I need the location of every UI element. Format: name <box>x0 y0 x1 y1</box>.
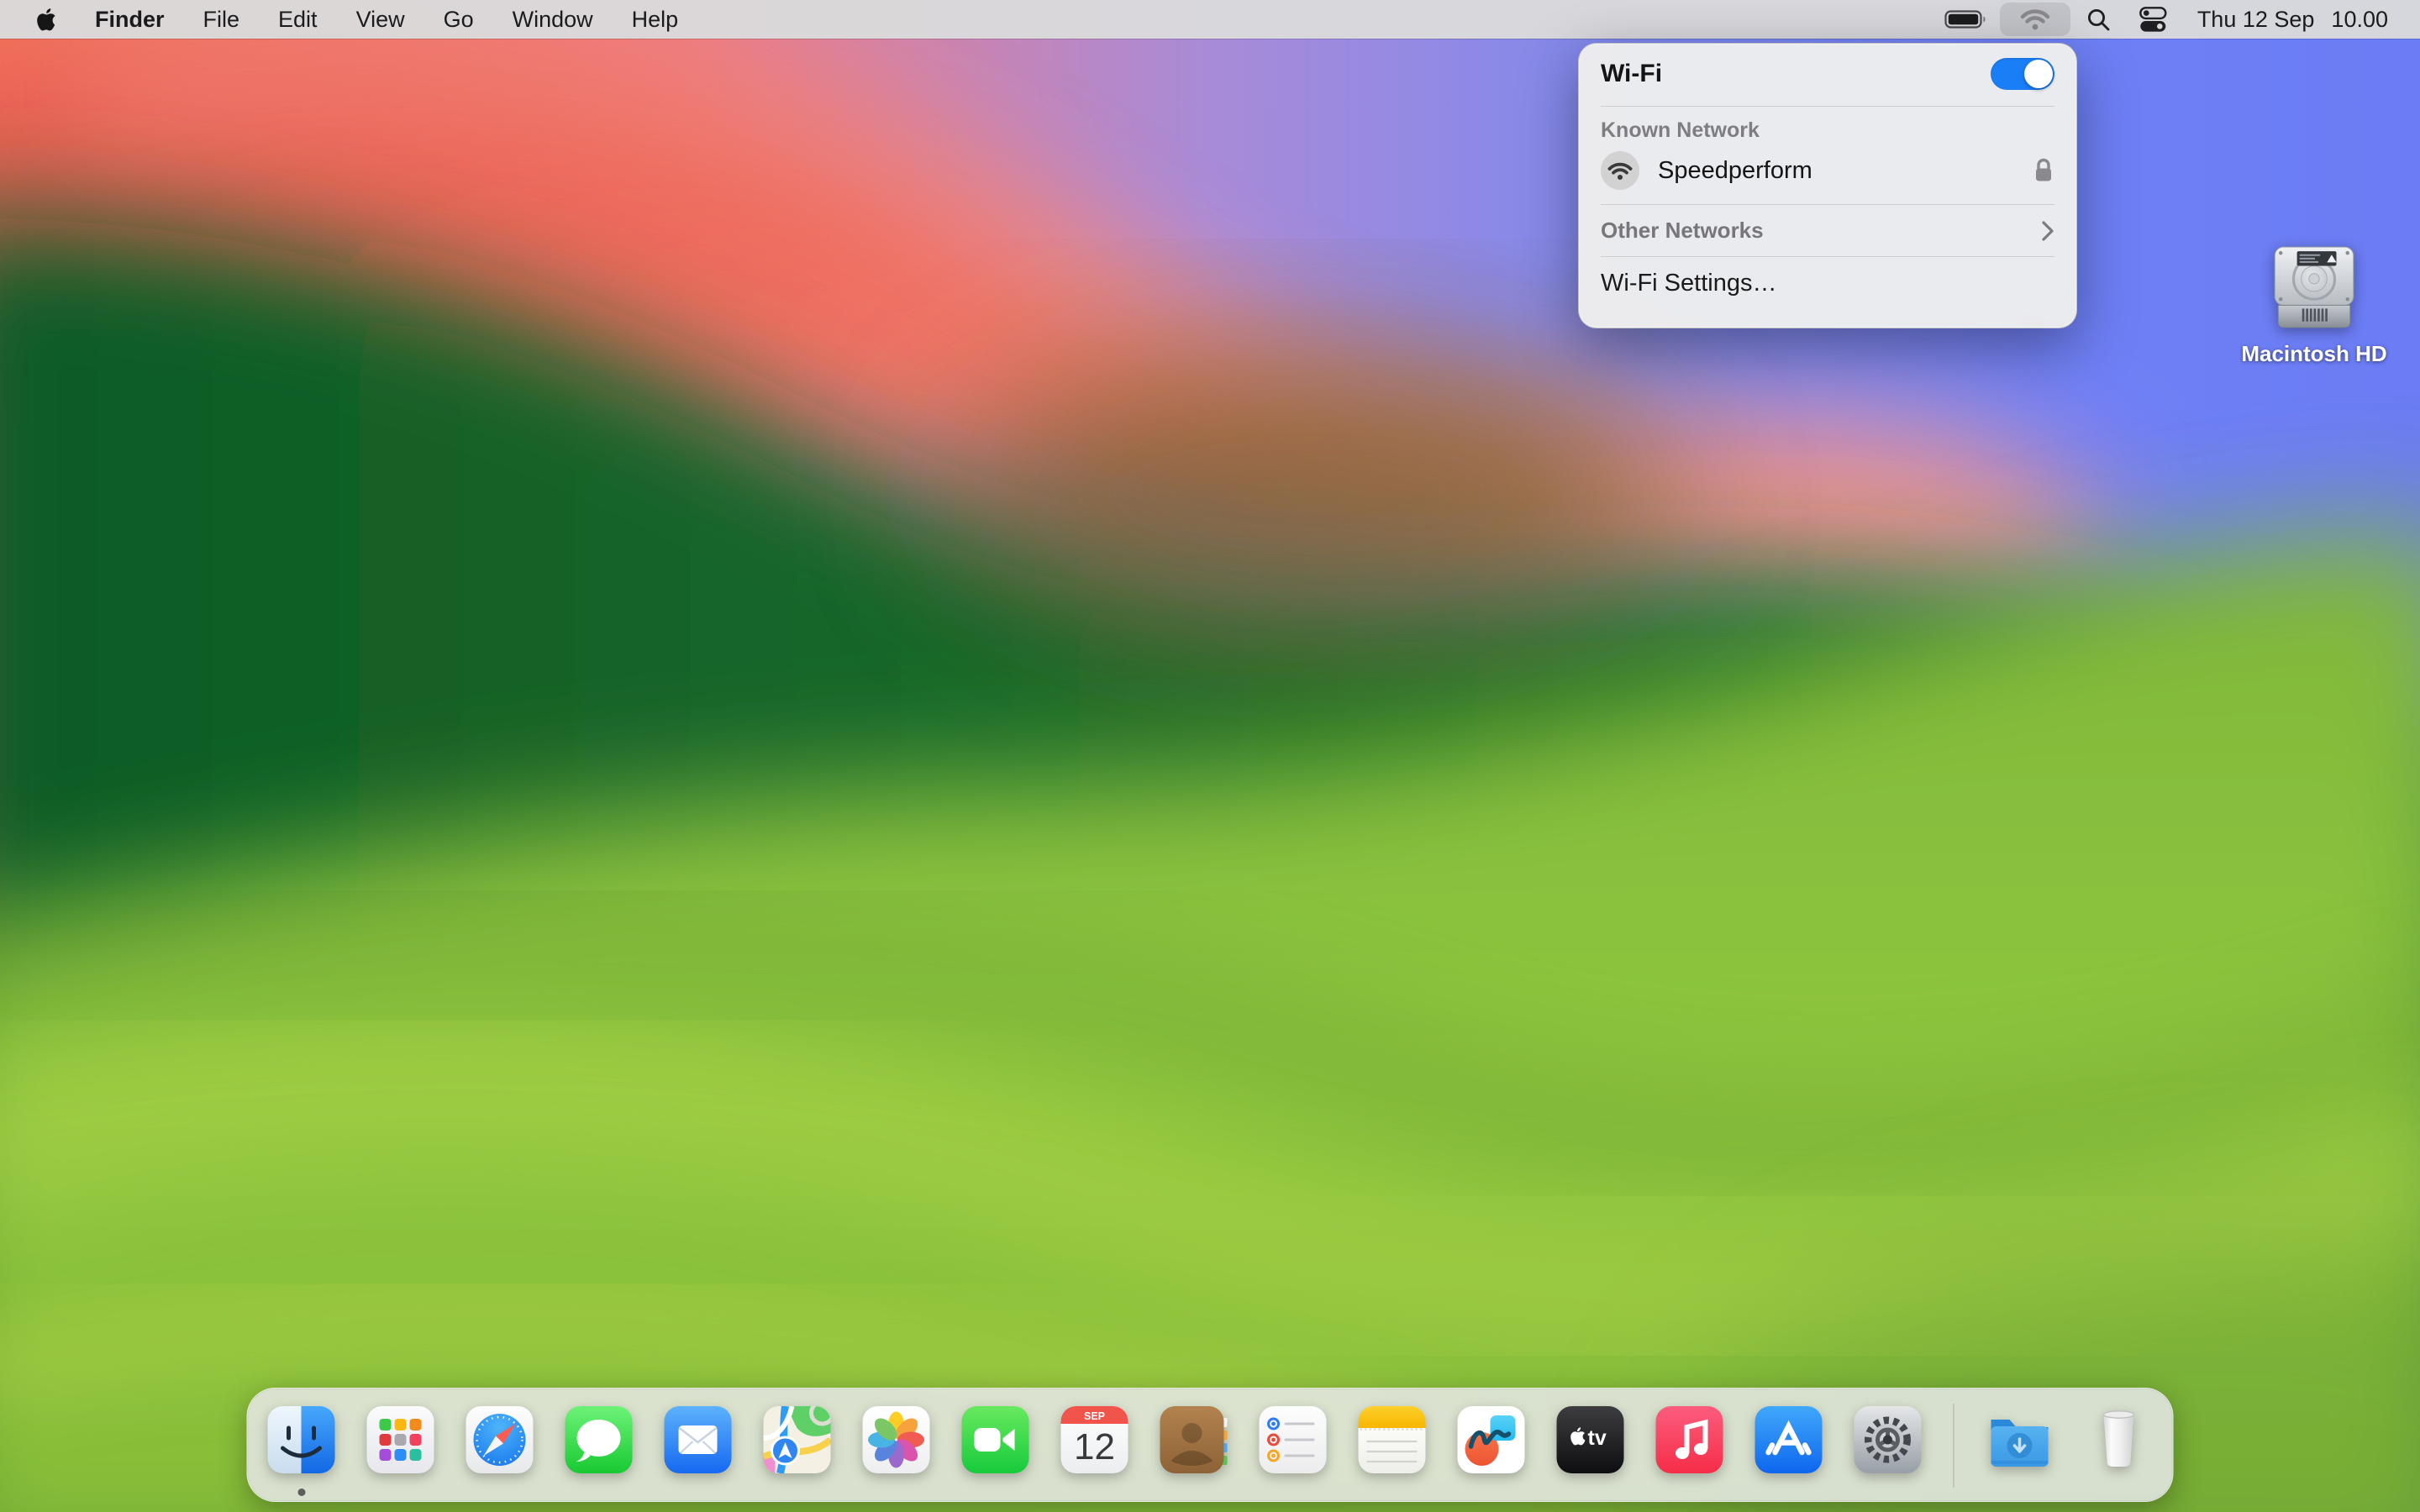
dock-trash-icon[interactable] <box>2082 1403 2156 1477</box>
wifi-toggle[interactable] <box>1991 58 2054 90</box>
dock-apple-tv-icon[interactable]: tv <box>1554 1403 1628 1477</box>
network-wifi-icon <box>1601 151 1639 190</box>
dock-app-store-icon[interactable] <box>1752 1403 1826 1477</box>
macintosh-hd-desktop-icon[interactable]: Macintosh HD <box>2259 245 2370 367</box>
wifi-toggle-knob <box>2024 60 2053 88</box>
dock-freeform-icon[interactable] <box>1455 1403 1528 1477</box>
calendar-day-text: 12 <box>1074 1426 1115 1467</box>
finder-running-indicator <box>298 1488 306 1496</box>
wifi-menu-popup: Wi-Fi Known Network Speedperform Other N… <box>1578 43 2077 328</box>
chevron-right-icon <box>2041 220 2054 242</box>
dock-safari-icon[interactable] <box>463 1403 537 1477</box>
dock-system-settings-icon[interactable] <box>1851 1403 1925 1477</box>
dock-finder-icon[interactable] <box>265 1403 339 1477</box>
dock-contacts-icon[interactable] <box>1157 1403 1231 1477</box>
apple-tv-text: tv <box>1588 1426 1607 1450</box>
dock-downloads-icon[interactable] <box>1983 1403 2057 1477</box>
dock-maps-icon[interactable] <box>760 1403 834 1477</box>
other-networks-label: Other Networks <box>1601 218 1764 244</box>
dock-reminders-icon[interactable] <box>1256 1403 1330 1477</box>
menu-file[interactable]: File <box>203 7 240 33</box>
dock-notes-icon[interactable] <box>1355 1403 1429 1477</box>
calendar-month-text: SEP <box>1084 1410 1105 1422</box>
known-network-header: Known Network <box>1579 107 2076 144</box>
menu-help[interactable]: Help <box>632 7 679 33</box>
dock-messages-icon[interactable] <box>562 1403 636 1477</box>
search-icon[interactable] <box>2086 7 2111 32</box>
menubar-date[interactable]: Thu 12 Sep <box>2197 7 2315 33</box>
dock-music-icon[interactable] <box>1653 1403 1727 1477</box>
apple-logo-icon[interactable] <box>37 8 56 31</box>
dock-photos-icon[interactable] <box>860 1403 934 1477</box>
menu-view[interactable]: View <box>356 7 405 33</box>
network-name: Speedperform <box>1658 157 1812 185</box>
menu-go[interactable]: Go <box>444 7 474 33</box>
control-center-icon[interactable] <box>2139 7 2167 33</box>
dock-mail-icon[interactable] <box>661 1403 735 1477</box>
hard-drive-icon <box>2265 245 2363 334</box>
dock: SEP 12 <box>247 1388 2174 1502</box>
desktop-icon-label: Macintosh HD <box>2241 341 2386 367</box>
battery-icon[interactable] <box>1944 8 1988 30</box>
dock-calendar-icon[interactable]: SEP 12 <box>1058 1403 1132 1477</box>
known-network-row[interactable]: Speedperform <box>1579 144 2076 204</box>
dock-launchpad-icon[interactable] <box>364 1403 438 1477</box>
lock-icon <box>2033 157 2054 184</box>
wifi-popup-title: Wi-Fi <box>1601 60 1662 88</box>
wifi-settings-item[interactable]: Wi-Fi Settings… <box>1579 257 2076 310</box>
other-networks-row[interactable]: Other Networks <box>1579 205 2076 256</box>
menu-bar: Finder File Edit View Go Window Help <box>0 0 2420 39</box>
menubar-clock[interactable]: 10.00 <box>2331 7 2388 33</box>
menu-window[interactable]: Window <box>513 7 593 33</box>
wifi-menubar-button[interactable] <box>2000 3 2070 36</box>
menu-edit[interactable]: Edit <box>278 7 318 33</box>
menubar-app-name[interactable]: Finder <box>95 7 165 33</box>
dock-facetime-icon[interactable] <box>959 1403 1033 1477</box>
